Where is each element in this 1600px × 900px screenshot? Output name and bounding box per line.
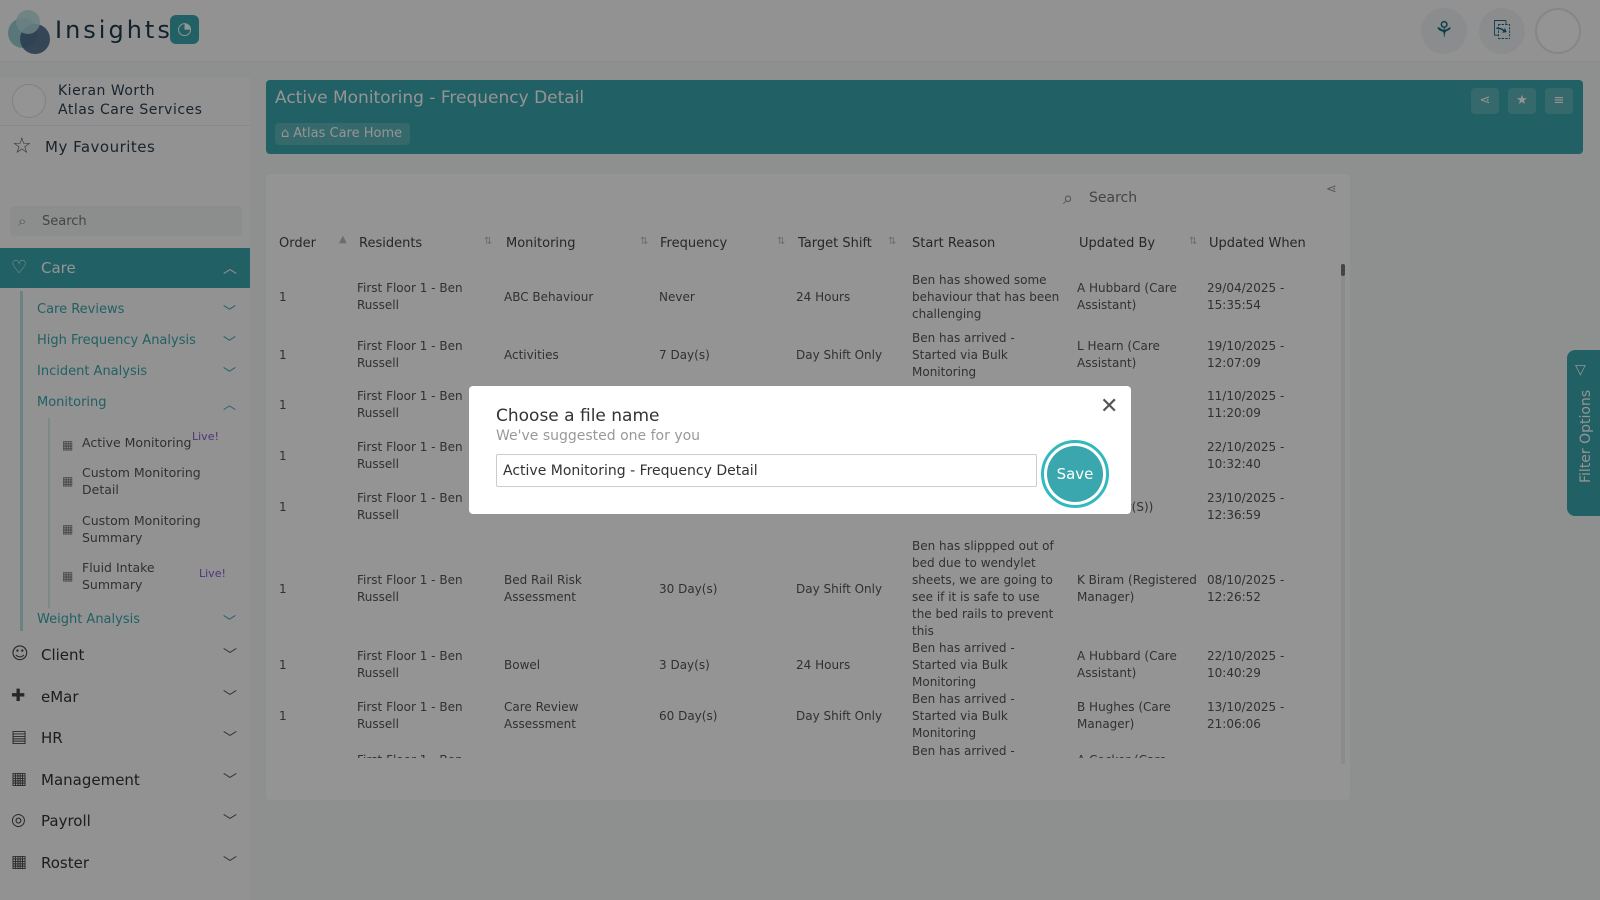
file-name-dialog: Choose a file name We've suggested one f…	[469, 386, 1131, 514]
dialog-subtitle: We've suggested one for you	[496, 428, 701, 444]
dialog-title: Choose a file name	[496, 406, 660, 426]
save-button[interactable]: Save	[1047, 446, 1103, 502]
close-icon[interactable]: ✕	[1100, 394, 1118, 419]
file-name-input[interactable]	[496, 454, 1037, 487]
